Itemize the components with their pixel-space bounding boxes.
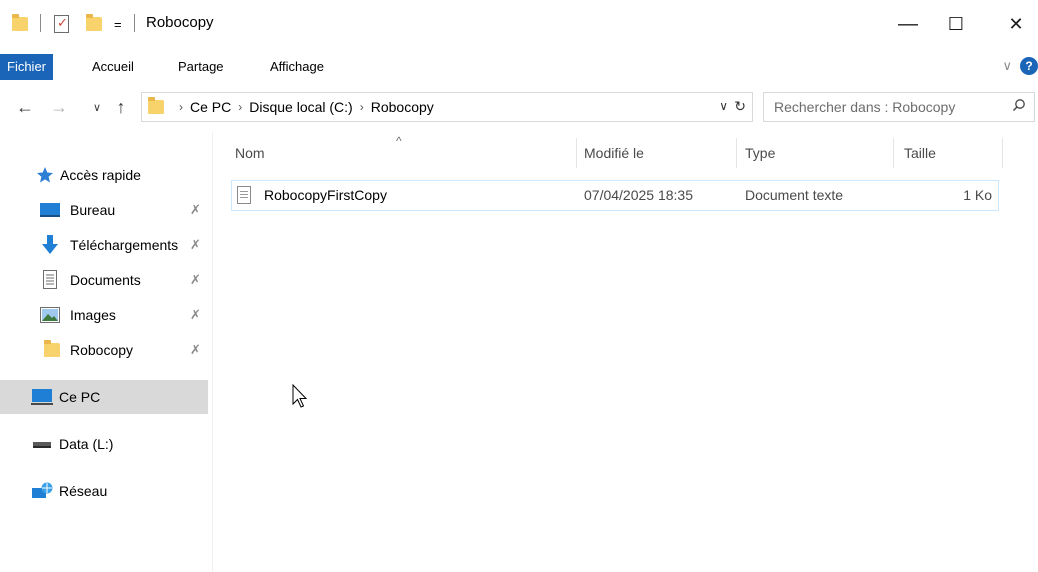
up-button[interactable]: ↑ (110, 94, 132, 120)
forward-button[interactable]: → (48, 94, 70, 120)
quick-access-dropdown[interactable]: = (114, 12, 122, 36)
title-bar: = Robocopy — ☐ ✕ (0, 0, 1038, 48)
breadcrumb-disque-local[interactable]: Disque local (C:) (249, 99, 352, 115)
sidebar-item-label: Accès rapide (60, 167, 141, 183)
pin-icon[interactable]: ✗ (190, 202, 201, 218)
sidebar-item-acces-rapide[interactable]: Accès rapide (0, 159, 208, 191)
tab-partage[interactable]: Partage (170, 54, 232, 80)
images-icon (40, 307, 60, 323)
sidebar-item-images[interactable]: Images ✗ (0, 299, 208, 331)
documents-icon (43, 270, 57, 289)
sidebar-item-bureau[interactable]: Bureau ✗ (0, 194, 208, 226)
address-bar[interactable]: › Ce PC › Disque local (C:) › Robocopy ∨… (141, 92, 753, 122)
help-icon[interactable]: ? (1020, 57, 1038, 75)
tab-fichier[interactable]: Fichier (0, 54, 54, 80)
sidebar-item-label: Bureau (70, 202, 116, 218)
back-button[interactable]: ← (14, 94, 36, 120)
sidebar-item-reseau[interactable]: Réseau (0, 475, 208, 507)
expand-ribbon-icon[interactable]: ∨ (1002, 58, 1012, 74)
sidebar-item-label: Ce PC (59, 389, 101, 405)
file-name: RobocopyFirstCopy (264, 187, 387, 203)
up-arrow-icon: ↑ (116, 96, 126, 117)
navigation-pane: Accès rapide Bureau ✗ Téléchargements ✗ … (0, 150, 212, 572)
search-placeholder: Rechercher dans : Robocopy (774, 99, 956, 115)
drive-icon (33, 442, 51, 448)
sidebar-item-telechargements[interactable]: Téléchargements ✗ (0, 229, 208, 261)
pin-icon[interactable]: ✗ (190, 272, 201, 288)
divider (134, 14, 135, 32)
column-header-type[interactable]: Type (745, 136, 885, 170)
sidebar-item-robocopy[interactable]: Robocopy ✗ (0, 334, 208, 366)
search-input[interactable]: Rechercher dans : Robocopy (763, 92, 1035, 122)
close-button[interactable]: ✕ (996, 8, 1036, 40)
dropdown-icon: = (114, 16, 122, 32)
sidebar-item-label: Data (L:) (59, 436, 114, 452)
back-arrow-icon: ← (16, 96, 34, 117)
pane-divider[interactable] (212, 132, 213, 572)
column-divider[interactable] (736, 138, 737, 168)
folder-icon (12, 12, 28, 36)
star-icon (37, 167, 53, 183)
chevron-right-icon[interactable]: › (360, 100, 364, 114)
search-icon[interactable] (1012, 98, 1026, 112)
computer-icon (31, 389, 53, 405)
tab-affichage[interactable]: Affichage (262, 54, 332, 80)
refresh-icon[interactable]: ↻ (734, 98, 746, 115)
chevron-right-icon: › (179, 100, 183, 114)
tab-accueil[interactable]: Accueil (84, 54, 142, 80)
column-header-modified[interactable]: Modifié le (584, 136, 734, 170)
pin-icon[interactable]: ✗ (190, 307, 201, 323)
sidebar-item-documents[interactable]: Documents ✗ (0, 264, 208, 296)
sidebar-item-label: Téléchargements (70, 237, 179, 253)
chevron-right-icon[interactable]: › (238, 100, 242, 114)
properties-icon[interactable] (54, 12, 69, 36)
download-icon (42, 235, 58, 254)
column-divider[interactable] (893, 138, 894, 168)
new-folder-icon[interactable] (86, 12, 102, 36)
pin-icon[interactable]: ✗ (190, 342, 201, 358)
sidebar-item-label: Réseau (59, 483, 108, 499)
text-document-icon (237, 186, 251, 204)
window-title: Robocopy (146, 14, 214, 31)
minimize-icon: — (898, 12, 918, 35)
network-icon (32, 482, 53, 498)
sidebar-item-data-drive[interactable]: Data (L:) (0, 428, 208, 460)
sidebar-item-label: Documents (70, 272, 141, 288)
breadcrumb-robocopy[interactable]: Robocopy (371, 99, 434, 115)
column-divider[interactable] (576, 138, 577, 168)
file-row[interactable]: RobocopyFirstCopy 07/04/2025 18:35 Docum… (231, 180, 999, 211)
breadcrumb-ce-pc[interactable]: Ce PC (190, 99, 231, 115)
minimize-button[interactable]: — (888, 8, 928, 40)
ribbon: Fichier Accueil Partage Affichage ∨ ? (0, 52, 1038, 80)
mouse-cursor-icon (292, 384, 308, 408)
recent-locations-button[interactable]: ∨ (86, 94, 108, 120)
sidebar-item-ce-pc[interactable]: Ce PC (0, 380, 208, 414)
pin-icon[interactable]: ✗ (190, 237, 201, 253)
divider (40, 14, 41, 32)
file-type: Document texte (745, 187, 844, 203)
sidebar-item-label: Images (70, 307, 116, 323)
chevron-down-icon: ∨ (92, 101, 102, 114)
maximize-button[interactable]: ☐ (936, 8, 976, 40)
folder-icon (44, 340, 60, 357)
maximize-icon: ☐ (947, 13, 965, 34)
column-header-name[interactable]: Nom (235, 136, 575, 170)
file-modified: 07/04/2025 18:35 (584, 187, 693, 203)
folder-icon (148, 97, 164, 114)
sidebar-item-label: Robocopy (70, 342, 134, 358)
column-header-size[interactable]: Taille (904, 136, 994, 170)
close-icon: ✕ (1008, 13, 1024, 34)
forward-arrow-icon: → (50, 96, 68, 117)
address-dropdown-icon[interactable]: ∨ (719, 99, 728, 113)
file-size: 1 Ko (963, 187, 992, 203)
column-divider[interactable] (1002, 138, 1003, 168)
desktop-icon (40, 203, 60, 217)
navigation-bar: ← → ∨ ↑ › Ce PC › Disque local (C:) › Ro… (0, 88, 1038, 126)
